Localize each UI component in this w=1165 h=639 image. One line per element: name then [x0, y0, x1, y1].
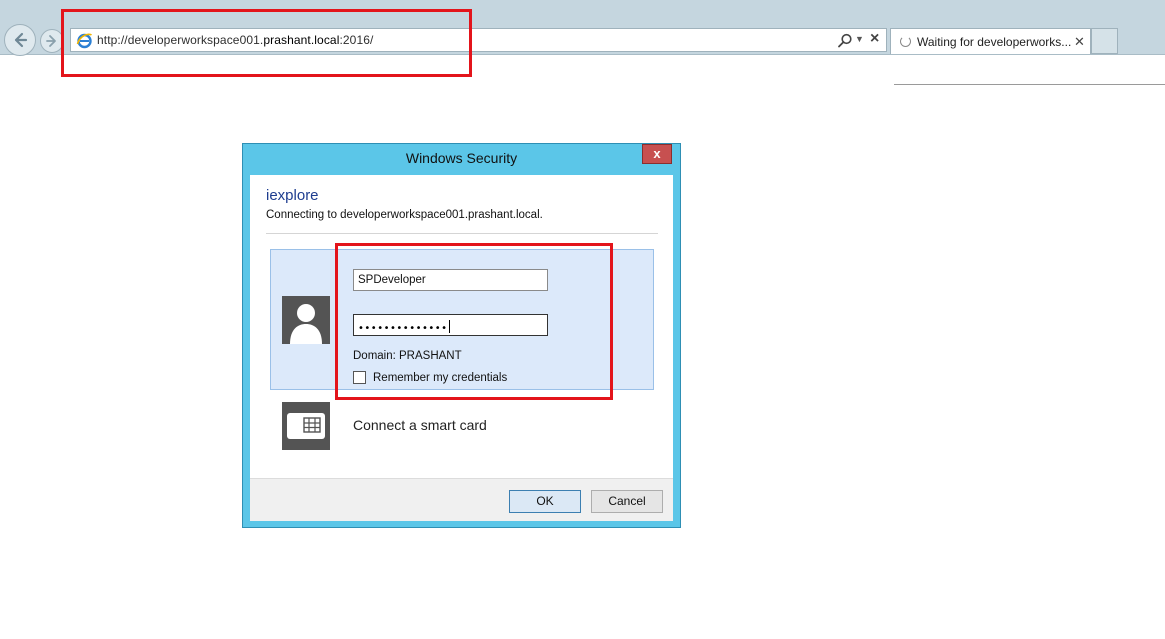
- dialog-title: Windows Security: [405, 150, 518, 166]
- connecting-message: Connecting to developerworkspace001.pras…: [266, 209, 543, 221]
- credentials-highlight-annotation: [335, 243, 613, 400]
- back-button[interactable]: [4, 24, 36, 56]
- app-name: iexplore: [266, 187, 319, 204]
- smart-card-icon[interactable]: [282, 402, 330, 450]
- dialog-close-button[interactable]: x: [642, 144, 672, 164]
- forward-arrow-icon: [46, 35, 56, 47]
- url-highlight-annotation: [61, 9, 472, 77]
- dialog-footer: OK Cancel: [250, 478, 673, 521]
- browser-tab[interactable]: Waiting for developerworks... ✕: [890, 28, 1091, 54]
- tab-title: Waiting for developerworks...: [917, 35, 1072, 49]
- tab-close-icon[interactable]: ✕: [1074, 34, 1085, 50]
- search-icon[interactable]: [837, 33, 853, 48]
- divider: [266, 233, 658, 234]
- ok-button[interactable]: OK: [509, 490, 581, 513]
- cancel-button[interactable]: Cancel: [591, 490, 663, 513]
- new-tab-button[interactable]: [1091, 28, 1118, 54]
- chevron-down-icon[interactable]: ▼: [855, 34, 864, 44]
- loading-spinner-icon: [900, 36, 911, 47]
- back-arrow-icon: [14, 32, 28, 48]
- smart-card-option[interactable]: Connect a smart card: [353, 417, 487, 433]
- close-icon[interactable]: ×: [870, 30, 879, 48]
- user-avatar-icon: [282, 296, 330, 344]
- page-content-strip: [894, 56, 1165, 85]
